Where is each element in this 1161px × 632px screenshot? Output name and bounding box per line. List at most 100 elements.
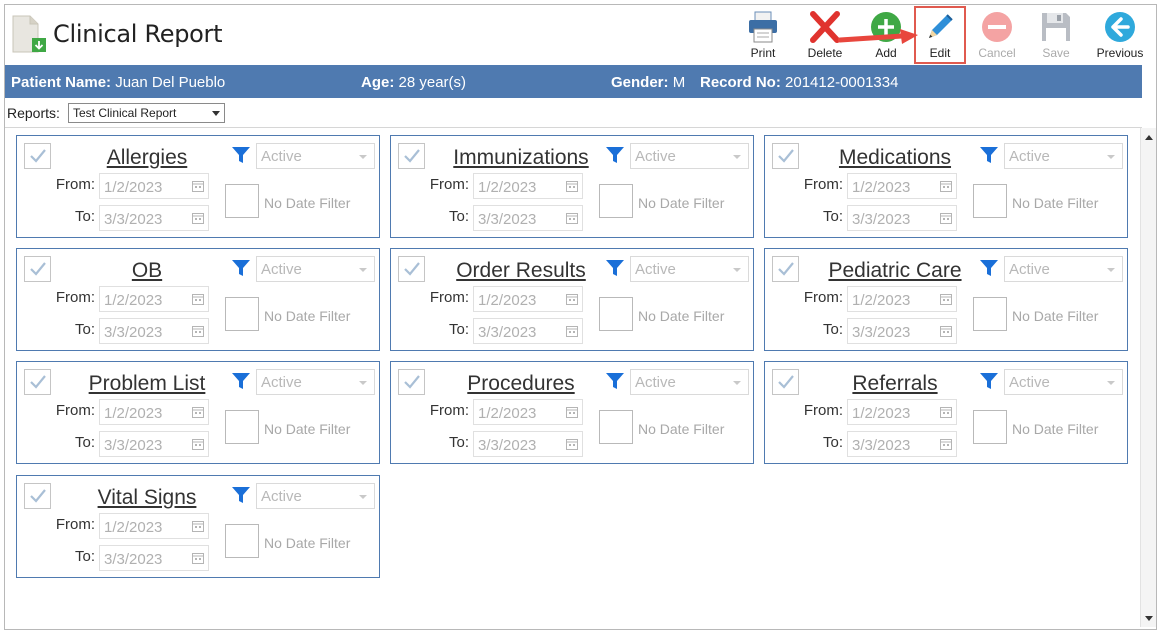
from-date-input[interactable]: 1/2/2023 [473, 286, 583, 312]
filter-funnel-icon[interactable] [979, 145, 999, 165]
status-dropdown[interactable]: Active [630, 143, 749, 169]
calendar-icon[interactable] [940, 180, 952, 192]
status-dropdown[interactable]: Active [630, 369, 749, 395]
from-date-input[interactable]: 1/2/2023 [99, 173, 209, 199]
no-date-filter-checkbox[interactable] [225, 297, 259, 331]
no-date-filter-checkbox[interactable] [599, 297, 633, 331]
section-checkbox[interactable] [24, 483, 51, 509]
calendar-icon[interactable] [940, 293, 952, 305]
from-date-input[interactable]: 1/2/2023 [473, 399, 583, 425]
section-title[interactable]: Problem List [57, 372, 237, 396]
calendar-icon[interactable] [566, 438, 578, 450]
no-date-filter-label: No Date Filter [264, 195, 351, 211]
no-date-filter-checkbox[interactable] [973, 297, 1007, 331]
calendar-icon[interactable] [192, 552, 204, 564]
status-dropdown[interactable]: Active [256, 369, 375, 395]
from-date-input[interactable]: 1/2/2023 [847, 173, 957, 199]
section-title[interactable]: Order Results [431, 259, 611, 283]
no-date-filter-checkbox[interactable] [973, 184, 1007, 218]
vertical-scrollbar[interactable] [1140, 128, 1156, 627]
print-button[interactable]: Print [735, 8, 791, 64]
section-checkbox[interactable] [24, 143, 51, 169]
filter-funnel-icon[interactable] [231, 258, 251, 278]
save-button[interactable]: Save [1028, 8, 1084, 64]
section-checkbox[interactable] [772, 143, 799, 169]
from-date-input[interactable]: 1/2/2023 [99, 399, 209, 425]
calendar-icon[interactable] [566, 212, 578, 224]
section-checkbox[interactable] [24, 256, 51, 282]
calendar-icon[interactable] [192, 325, 204, 337]
cancel-button[interactable]: Cancel [969, 8, 1025, 64]
reports-dropdown[interactable]: Test Clinical Report [68, 103, 225, 123]
status-dropdown[interactable]: Active [256, 143, 375, 169]
section-title[interactable]: Pediatric Care [805, 259, 985, 283]
calendar-icon[interactable] [192, 212, 204, 224]
calendar-icon[interactable] [940, 406, 952, 418]
filter-funnel-icon[interactable] [605, 371, 625, 391]
from-date-input[interactable]: 1/2/2023 [99, 286, 209, 312]
section-title[interactable]: OB [57, 259, 237, 283]
calendar-icon[interactable] [192, 438, 204, 450]
calendar-icon[interactable] [192, 180, 204, 192]
calendar-icon[interactable] [566, 180, 578, 192]
no-date-filter-checkbox[interactable] [225, 410, 259, 444]
status-dropdown[interactable]: Active [256, 256, 375, 282]
to-date-input[interactable]: 3/3/2023 [99, 545, 209, 571]
section-title[interactable]: Allergies [57, 146, 237, 170]
calendar-icon[interactable] [192, 520, 204, 532]
no-date-filter-checkbox[interactable] [225, 184, 259, 218]
to-date-input[interactable]: 3/3/2023 [473, 205, 583, 231]
from-date-input[interactable]: 1/2/2023 [473, 173, 583, 199]
from-date-input[interactable]: 1/2/2023 [847, 286, 957, 312]
section-checkbox[interactable] [772, 256, 799, 282]
to-date-input[interactable]: 3/3/2023 [473, 318, 583, 344]
scroll-up-icon[interactable] [1145, 135, 1153, 140]
section-title[interactable]: Procedures [431, 372, 611, 396]
calendar-icon[interactable] [940, 325, 952, 337]
calendar-icon[interactable] [940, 438, 952, 450]
section-title[interactable]: Referrals [805, 372, 985, 396]
filter-funnel-icon[interactable] [231, 485, 251, 505]
from-date-input[interactable]: 1/2/2023 [99, 513, 209, 539]
previous-button[interactable]: Previous [1092, 8, 1148, 64]
status-dropdown[interactable]: Active [630, 256, 749, 282]
no-date-filter-checkbox[interactable] [973, 410, 1007, 444]
filter-funnel-icon[interactable] [605, 145, 625, 165]
section-checkbox[interactable] [24, 369, 51, 395]
calendar-icon[interactable] [192, 293, 204, 305]
edit-button[interactable]: Edit [914, 6, 966, 64]
no-date-filter-checkbox[interactable] [599, 184, 633, 218]
to-date-input[interactable]: 3/3/2023 [847, 205, 957, 231]
to-date-input[interactable]: 3/3/2023 [847, 431, 957, 457]
scroll-down-icon[interactable] [1145, 616, 1153, 621]
section-checkbox[interactable] [398, 369, 425, 395]
filter-funnel-icon[interactable] [605, 258, 625, 278]
filter-funnel-icon[interactable] [979, 258, 999, 278]
to-date-input[interactable]: 3/3/2023 [473, 431, 583, 457]
calendar-icon[interactable] [566, 293, 578, 305]
to-date-input[interactable]: 3/3/2023 [99, 318, 209, 344]
status-dropdown[interactable]: Active [1004, 143, 1123, 169]
no-date-filter-checkbox[interactable] [599, 410, 633, 444]
section-checkbox[interactable] [772, 369, 799, 395]
no-date-filter-checkbox[interactable] [225, 524, 259, 558]
calendar-icon[interactable] [566, 325, 578, 337]
section-title[interactable]: Medications [805, 146, 985, 170]
filter-funnel-icon[interactable] [231, 145, 251, 165]
filter-funnel-icon[interactable] [979, 371, 999, 391]
from-date-input[interactable]: 1/2/2023 [847, 399, 957, 425]
status-dropdown[interactable]: Active [256, 483, 375, 509]
section-title[interactable]: Vital Signs [57, 486, 237, 510]
section-checkbox[interactable] [398, 143, 425, 169]
calendar-icon[interactable] [566, 406, 578, 418]
to-date-input[interactable]: 3/3/2023 [847, 318, 957, 344]
status-dropdown[interactable]: Active [1004, 369, 1123, 395]
section-checkbox[interactable] [398, 256, 425, 282]
calendar-icon[interactable] [940, 212, 952, 224]
to-date-input[interactable]: 3/3/2023 [99, 205, 209, 231]
section-title[interactable]: Immunizations [431, 146, 611, 170]
status-dropdown[interactable]: Active [1004, 256, 1123, 282]
to-date-input[interactable]: 3/3/2023 [99, 431, 209, 457]
filter-funnel-icon[interactable] [231, 371, 251, 391]
calendar-icon[interactable] [192, 406, 204, 418]
